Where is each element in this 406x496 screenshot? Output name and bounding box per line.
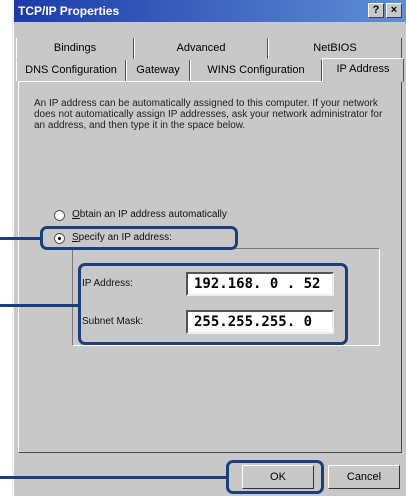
cancel-button[interactable]: Cancel: [328, 465, 400, 489]
window-title: TCP/IP Properties: [18, 4, 120, 18]
obtain-ip-label-text: btain an IP address automatically: [79, 209, 227, 220]
title-bar[interactable]: TCP/IP Properties ? ×: [14, 0, 406, 22]
tab-row-back: Bindings Advanced NetBIOS: [16, 38, 402, 59]
tab-ip-address[interactable]: IP Address: [322, 58, 404, 82]
description-text: An IP address can be automatically assig…: [34, 98, 383, 131]
ok-button-leader-line: [0, 476, 228, 479]
ok-button-highlight: [226, 460, 324, 494]
tab-row-front: DNS Configuration Gateway WINS Configura…: [16, 58, 406, 82]
tab-wins-configuration[interactable]: WINS Configuration: [190, 60, 322, 81]
tab-advanced[interactable]: Advanced: [134, 38, 268, 59]
help-button[interactable]: ?: [368, 3, 384, 18]
obtain-ip-label[interactable]: Obtain an IP address automatically: [72, 209, 227, 220]
obtain-ip-radio[interactable]: [54, 210, 65, 221]
obtain-ip-label-accel: O: [72, 209, 80, 220]
specify-ip-highlight: [40, 226, 238, 250]
close-button[interactable]: ×: [386, 3, 402, 18]
tab-netbios[interactable]: NetBIOS: [268, 38, 402, 59]
ip-fields-highlight: [78, 263, 348, 345]
specify-ip-leader-line: [0, 237, 42, 240]
tab-dns-configuration[interactable]: DNS Configuration: [16, 60, 126, 81]
tab-bindings[interactable]: Bindings: [16, 38, 134, 59]
tab-gateway[interactable]: Gateway: [126, 60, 190, 81]
ip-fields-leader-line: [0, 304, 80, 307]
